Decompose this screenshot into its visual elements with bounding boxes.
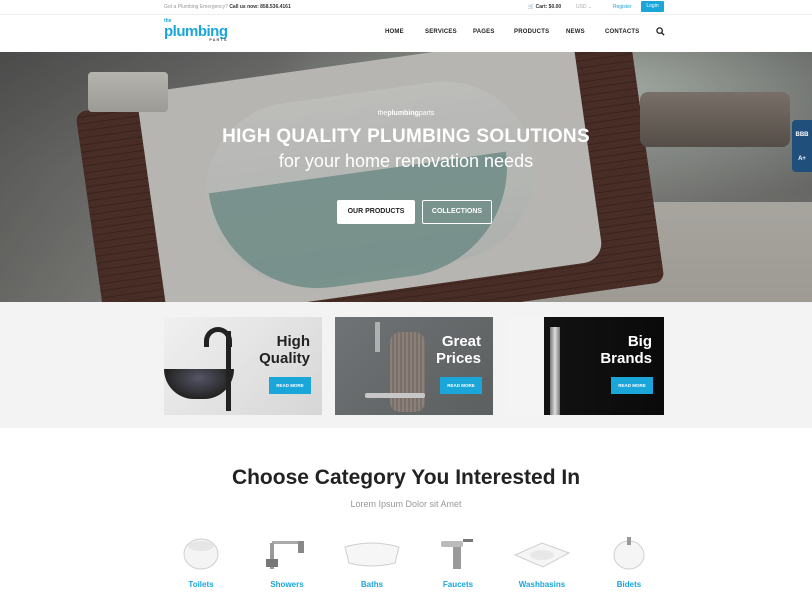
promo-title-line2: Prices [435, 350, 481, 367]
hero-brand-prefix: the [377, 110, 388, 117]
hero-overlay [0, 52, 812, 302]
hero-brand-suffix: parts [418, 110, 435, 117]
phone-number[interactable]: Call us now: 858.536.4161 [229, 4, 290, 10]
category-label: Washbasins [518, 580, 566, 589]
promo-card-prices[interactable]: Great Prices READ MORE [335, 317, 493, 415]
promo-card-quality[interactable]: High Quality READ MORE [164, 317, 322, 415]
promo-title-line2: Brands [600, 350, 652, 367]
our-products-button[interactable]: OUR PRODUCTS [337, 200, 415, 224]
hero-subtitle: for your home renovation needs [278, 151, 534, 171]
category-baths[interactable]: Baths [337, 533, 407, 593]
chevron-down-icon: ⌄ [587, 4, 593, 10]
emergency-notice: Got a Plumbing Emergency? Call us now: 8… [164, 4, 291, 10]
collections-button[interactable]: COLLECTIONS [422, 200, 492, 224]
category-showers[interactable]: Showers [252, 533, 322, 593]
promo-card-title: Big Brands [600, 333, 652, 367]
washbasin-icon [513, 542, 571, 568]
read-more-button[interactable]: READ MORE [269, 377, 311, 394]
promo-title-line1: High [276, 333, 310, 350]
bidet-icon [613, 537, 645, 570]
shower-icon [266, 541, 304, 569]
cart-link[interactable]: 🛒 Cart: $0.00 [528, 4, 561, 10]
promo-title-line1: Great [441, 333, 481, 350]
nav-news[interactable]: NEWS [566, 29, 585, 35]
category-washbasins[interactable]: Washbasins [507, 533, 577, 593]
bathtub-icon [344, 542, 400, 567]
cart-total: Cart: $0.00 [535, 4, 562, 10]
currency-value: USD [576, 4, 587, 10]
nav-home[interactable]: HOME [385, 29, 404, 35]
hero-brand-bold: plumbing [387, 110, 419, 117]
category-label: Toilets [188, 580, 214, 589]
hero-brand: theplumbingparts [0, 110, 812, 117]
promo-card-brands[interactable]: Big Brands READ MORE [506, 317, 664, 415]
currency-select[interactable]: USD ⌄ [576, 4, 592, 10]
category-label: Baths [360, 580, 384, 589]
category-label: Bidets [616, 580, 642, 589]
hero-title: HIGH QUALITY PLUMBING SOLUTIONS [222, 126, 590, 147]
towel-rail-mount-image [375, 322, 380, 352]
toilet-icon [183, 538, 219, 570]
category-faucets[interactable]: Faucets [423, 533, 493, 593]
site-logo[interactable]: the plumbing PARTS [164, 19, 228, 42]
nav-contacts[interactable]: CONTACTS [605, 29, 640, 35]
bbb-badge[interactable]: BBB A+ [792, 120, 812, 172]
towel-rail-image [365, 393, 425, 398]
login-button[interactable]: Login [641, 1, 664, 12]
register-link[interactable]: Register [613, 4, 632, 10]
bbb-badge-text: BBB [795, 132, 809, 138]
read-more-button[interactable]: READ MORE [611, 377, 653, 394]
category-bidets[interactable]: Bidets [594, 533, 664, 593]
read-more-button[interactable]: READ MORE [440, 377, 482, 394]
nav-services[interactable]: SERVICES [425, 29, 457, 35]
promo-card-title: Great Prices [436, 333, 481, 367]
category-label: Showers [270, 580, 304, 589]
category-section-title: Choose Category You Interested In [231, 466, 581, 489]
category-section-subtitle: Lorem Ipsum Dolor sit Amet [350, 499, 462, 509]
nav-products[interactable]: PRODUCTS [514, 29, 549, 35]
search-icon[interactable] [656, 27, 665, 36]
bbb-badge-rating: A+ [798, 156, 806, 162]
top-bar: Got a Plumbing Emergency? Call us now: 8… [0, 0, 812, 15]
promo-title-line1: Big [627, 333, 652, 350]
emergency-text: Got a Plumbing Emergency? [164, 4, 228, 10]
towel-image [390, 332, 425, 412]
shower-panel-image [550, 327, 560, 415]
basin-image [164, 369, 234, 399]
faucet-spout-image [204, 327, 232, 347]
category-label: Faucets [442, 580, 474, 589]
nav-pages[interactable]: PAGES [473, 29, 495, 35]
main-header: the plumbing PARTS HOME SERVICES PAGES P… [0, 15, 812, 52]
category-toilets[interactable]: Toilets [166, 533, 236, 593]
faucet-icon [441, 539, 473, 569]
cart-icon: 🛒 [528, 4, 535, 10]
promo-section: High Quality READ MORE Great Prices READ… [0, 302, 812, 428]
promo-card-title: High Quality [259, 333, 310, 367]
promo-title-line2: Quality [259, 350, 310, 367]
hero-banner: theplumbingparts HIGH QUALITY PLUMBING S… [0, 52, 812, 302]
